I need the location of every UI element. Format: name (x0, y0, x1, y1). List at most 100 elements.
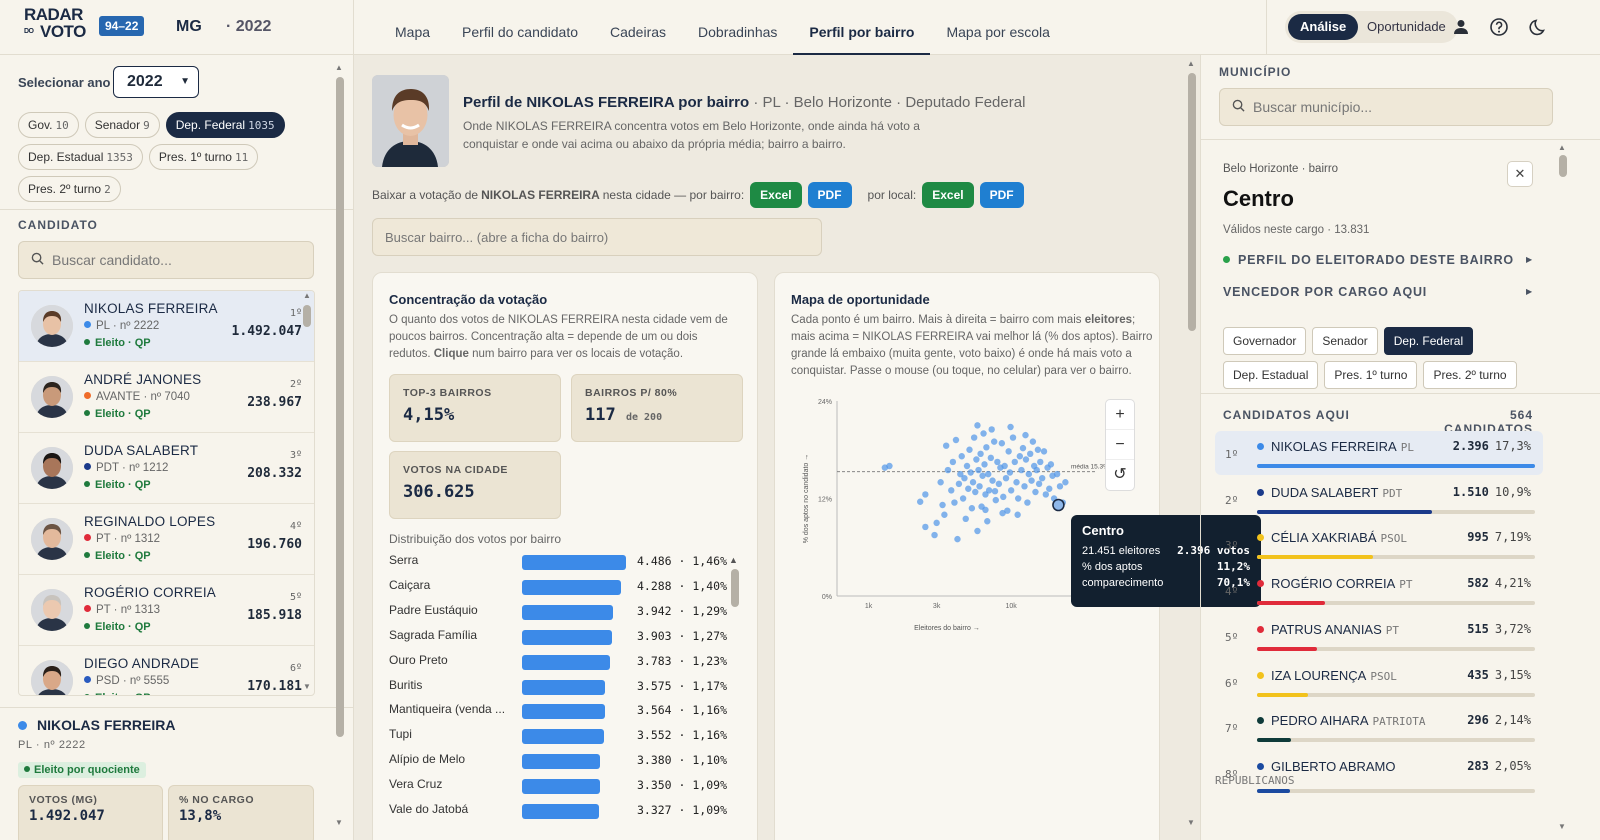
distribution-row[interactable]: Alípio de Melo 3.380 · 1,10% (389, 749, 739, 774)
tab-dobradinhas[interactable]: Dobradinhas (682, 0, 793, 55)
candidate-list-scrollbar[interactable]: ▲ ▼ (300, 291, 314, 696)
scatter-point[interactable] (1018, 466, 1025, 474)
scatter-point[interactable] (1038, 474, 1046, 482)
distribution-row[interactable]: Ouro Preto 3.783 · 1,23% (389, 650, 739, 675)
candidate-here-row[interactable]: 7º PEDRO AIHARA PATRIOTA 296 2,14% (1215, 705, 1543, 751)
scroll-down-icon[interactable]: ▼ (303, 682, 311, 691)
scatter-point[interactable] (995, 480, 1003, 488)
bairro-search-input[interactable]: Buscar bairro... (abre a ficha do bairro… (372, 218, 822, 256)
user-icon[interactable] (1451, 17, 1471, 37)
scroll-down-icon[interactable]: ▼ (1558, 822, 1566, 831)
scatter-point[interactable] (959, 495, 967, 502)
scatter-point[interactable] (992, 496, 999, 504)
office-chip[interactable]: Senador 9 (84, 112, 160, 138)
excel-bairro-button[interactable]: Excel (750, 182, 802, 208)
distribution-row[interactable]: Caiçara 4.288 · 1,40% (389, 575, 739, 600)
cargo-chip[interactable]: Pres. 1º turno (1324, 361, 1418, 389)
scatter-point[interactable] (1056, 483, 1064, 490)
scatter-point[interactable] (961, 474, 968, 482)
scatter-point[interactable] (1000, 493, 1007, 501)
distribution-row[interactable]: Serra 4.486 · 1,46% (389, 550, 739, 575)
scatter-point[interactable] (1024, 499, 1031, 506)
candidate-row[interactable]: ROGÉRIO CORREIA PT · nº 1313 Eleito · QP 5º… (19, 575, 314, 646)
scatter-point[interactable] (1006, 469, 1014, 476)
scatter-point[interactable] (1014, 511, 1021, 518)
highlighted-point[interactable] (1052, 498, 1065, 512)
scatter-point[interactable] (933, 519, 940, 527)
office-chip[interactable]: Gov. 10 (18, 112, 79, 138)
scatter-point[interactable] (1027, 450, 1034, 458)
scatter-point[interactable] (985, 487, 993, 494)
scatter-point[interactable] (952, 436, 960, 444)
candidate-row[interactable]: NIKOLAS FERREIRA PL · nº 2222 Eleito · QP 1… (19, 291, 314, 362)
scroll-up-icon[interactable]: ▲ (303, 291, 311, 300)
candidate-here-row[interactable]: 6º IZA LOURENÇA PSOL 435 3,15% (1215, 660, 1543, 706)
opportunity-scatter-chart[interactable]: 0% 12% 24% 1k 3k 10k Eleitores do bairro → % do… (787, 391, 1117, 636)
scroll-up-icon[interactable]: ▲ (1558, 143, 1566, 152)
candidate-row[interactable]: DUDA SALABERT PDT · nº 1212 Eleito · QP 3º 2… (19, 433, 314, 504)
tab-mapa[interactable]: Mapa (379, 0, 446, 55)
excel-local-button[interactable]: Excel (922, 182, 974, 208)
scatter-point[interactable] (954, 535, 961, 543)
scatter-point[interactable] (1062, 479, 1069, 486)
scatter-point[interactable] (973, 456, 980, 463)
scatter-point[interactable] (949, 458, 957, 466)
scroll-down-icon[interactable]: ▼ (1187, 818, 1195, 827)
distribution-row[interactable]: Padre Eustáquio 3.942 · 1,29% (389, 600, 739, 625)
scatter-point[interactable] (982, 506, 989, 514)
scatter-point[interactable] (1019, 444, 1027, 452)
scatter-point[interactable] (969, 479, 977, 486)
cargo-chip[interactable]: Dep. Estadual (1223, 361, 1319, 389)
scatter-point[interactable] (931, 531, 938, 539)
scatter-point[interactable] (922, 523, 929, 531)
scatter-point[interactable] (1007, 423, 1014, 431)
zoom-in-button[interactable]: + (1106, 400, 1134, 430)
scatter-point[interactable] (1002, 474, 1010, 482)
office-chip[interactable]: Pres. 2º turno 2 (18, 176, 121, 202)
office-chip[interactable]: Dep. Federal 1035 (165, 112, 285, 138)
year-select[interactable]: 2022 ▼ (113, 66, 199, 98)
scatter-point[interactable] (998, 440, 1006, 447)
scatter-point[interactable] (984, 518, 991, 525)
scatter-point[interactable] (965, 485, 972, 492)
scatter-point[interactable] (989, 477, 996, 484)
scatter-point[interactable] (1016, 453, 1024, 460)
state-label[interactable]: MG (176, 18, 202, 36)
tab-cadeiras[interactable]: Cadeiras (594, 0, 682, 55)
distribution-row[interactable]: Mantiqueira (venda ... 3.564 · 1,16% (389, 699, 739, 724)
candidate-here-row[interactable]: 4º ROGÉRIO CORREIA PT 582 4,21% (1215, 568, 1543, 614)
scroll-thumb[interactable] (1188, 73, 1196, 331)
scatter-point[interactable] (1005, 448, 1012, 455)
tab-perfil-por-bairro[interactable]: Perfil por bairro (793, 0, 931, 55)
scatter-point[interactable] (968, 505, 976, 512)
distribution-row[interactable]: Buritis 3.575 · 1,17% (389, 675, 739, 700)
mode-analise-button[interactable]: Análise (1288, 14, 1359, 40)
distribution-row[interactable]: Sagrada Família 3.903 · 1,27% (389, 625, 739, 650)
scroll-up-icon[interactable]: ▲ (335, 63, 343, 72)
scatter-point[interactable] (999, 509, 1006, 517)
scatter-point[interactable] (985, 470, 992, 478)
scatter-point[interactable] (941, 511, 948, 518)
scatter-point[interactable] (1047, 461, 1055, 468)
main-scrollbar[interactable]: ▲ ▼ (1186, 59, 1198, 835)
tab-mapa-por-escola[interactable]: Mapa por escola (930, 0, 1066, 55)
candidate-here-row[interactable]: 3º CÉLIA XAKRIABÁ PSOL 995 7,19% (1215, 522, 1543, 568)
scatter-point[interactable] (958, 453, 965, 460)
scatter-point[interactable] (1032, 488, 1039, 496)
scatter-point[interactable] (979, 472, 986, 479)
scatter-point[interactable] (948, 487, 955, 494)
municipality-search-input[interactable]: Buscar município... (1219, 88, 1553, 126)
candidate-here-row[interactable]: 2º DUDA SALABERT PDT 1.510 10,9% (1215, 477, 1543, 523)
close-button[interactable]: ✕ (1507, 161, 1533, 187)
pdf-local-button[interactable]: PDF (979, 182, 1024, 208)
scatter-point[interactable] (976, 483, 983, 490)
scatter-point[interactable] (991, 487, 999, 495)
scatter-point[interactable] (939, 501, 946, 509)
zoom-out-button[interactable]: − (1106, 430, 1134, 460)
scatter-point[interactable] (916, 498, 924, 505)
mode-oportunidade-button[interactable]: Oportunidade (1355, 14, 1458, 40)
candidate-search-input[interactable]: Buscar candidato... (18, 241, 314, 279)
cargo-chip[interactable]: Governador (1223, 327, 1307, 355)
distribution-scrollbar[interactable]: ▲ (729, 555, 741, 615)
scroll-up-icon[interactable]: ▲ (729, 555, 738, 565)
